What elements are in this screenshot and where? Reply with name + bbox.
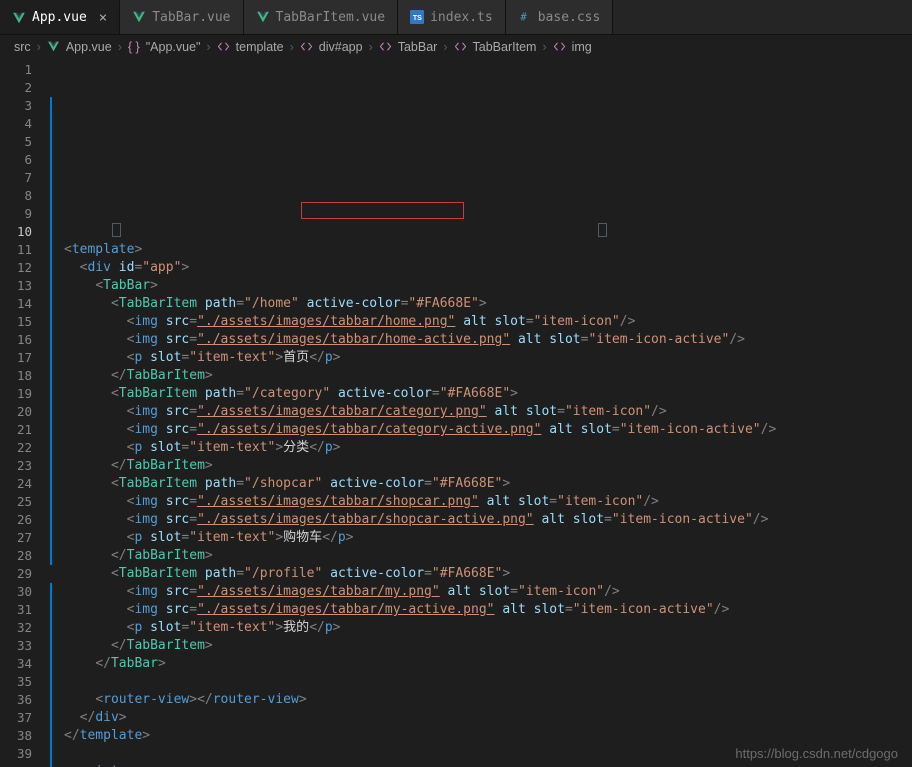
vue-icon [47, 40, 60, 53]
chevron-right-icon: › [206, 40, 210, 54]
code-line[interactable]: <TabBarItem path="/profile" active-color… [64, 565, 912, 583]
code-line[interactable]: <p slot="item-text">分类</p> [64, 439, 912, 457]
code-line[interactable]: <p slot="item-text">首页</p> [64, 349, 912, 367]
annotation-box [301, 202, 464, 219]
vue-icon [256, 10, 270, 24]
code-line[interactable]: </TabBar> [64, 655, 912, 673]
breadcrumb-item[interactable]: img [572, 40, 592, 54]
chevron-right-icon: › [118, 40, 122, 54]
line-number-gutter: 1234567891011121314151617181920212223242… [0, 59, 50, 767]
code-line[interactable]: </TabBarItem> [64, 547, 912, 565]
braces-icon: { } [128, 40, 140, 54]
code-line[interactable]: <TabBarItem path="/shopcar" active-color… [64, 475, 912, 493]
tab-label: TabBarItem.vue [276, 10, 386, 25]
code-line[interactable]: <img src="./assets/images/tabbar/categor… [64, 421, 912, 439]
code-editor[interactable]: 1234567891011121314151617181920212223242… [0, 59, 912, 767]
vue-icon [132, 10, 146, 24]
breadcrumb[interactable]: src › App.vue › { } "App.vue" › template… [0, 35, 912, 59]
code-line[interactable]: <TabBarItem path="/home" active-color="#… [64, 295, 912, 313]
breadcrumb-item[interactable]: "App.vue" [146, 40, 201, 54]
chevron-right-icon: › [37, 40, 41, 54]
code-line[interactable]: <img src="./assets/images/tabbar/my.png"… [64, 583, 912, 601]
code-line[interactable]: </div> [64, 709, 912, 727]
code-line[interactable] [64, 745, 912, 763]
code-line[interactable]: <script> [64, 763, 912, 767]
code-line[interactable]: <img src="./assets/images/tabbar/shopcar… [64, 493, 912, 511]
code-line[interactable]: <p slot="item-text">我的</p> [64, 619, 912, 637]
tag-icon [454, 40, 467, 53]
code-area[interactable]: <template> <div id="app"> <TabBar> <TabB… [50, 59, 912, 767]
tab-index-ts[interactable]: TS index.ts [398, 0, 506, 34]
code-line[interactable]: <img src="./assets/images/tabbar/home.pn… [64, 313, 912, 331]
tab-label: App.vue [32, 10, 87, 25]
breadcrumb-item[interactable]: TabBar [398, 40, 438, 54]
code-line[interactable]: <router-view></router-view> [64, 691, 912, 709]
tab-label: base.css [538, 10, 601, 25]
tab-base-css[interactable]: # base.css [506, 0, 614, 34]
svg-text:TS: TS [413, 15, 422, 22]
breadcrumb-item[interactable]: App.vue [66, 40, 112, 54]
code-line[interactable]: <img src="./assets/images/tabbar/shopcar… [64, 511, 912, 529]
code-line[interactable]: </TabBarItem> [64, 457, 912, 475]
tag-icon [300, 40, 313, 53]
code-line[interactable]: <img src="./assets/images/tabbar/my-acti… [64, 601, 912, 619]
chevron-right-icon: › [290, 40, 294, 54]
tab-app-vue[interactable]: App.vue × [0, 0, 120, 34]
code-line[interactable]: </TabBarItem> [64, 637, 912, 655]
tag-icon [217, 40, 230, 53]
code-line[interactable]: <TabBarItem path="/category" active-colo… [64, 385, 912, 403]
breadcrumb-item[interactable]: div#app [319, 40, 363, 54]
ts-icon: TS [410, 10, 424, 24]
text-cursor [598, 223, 607, 237]
vue-icon [12, 11, 26, 25]
breadcrumb-item[interactable]: src [14, 40, 31, 54]
tag-icon [379, 40, 392, 53]
chevron-right-icon: › [369, 40, 373, 54]
code-line[interactable]: <template> [64, 241, 912, 259]
chevron-right-icon: › [542, 40, 546, 54]
text-cursor [112, 223, 121, 237]
svg-text:#: # [520, 12, 527, 24]
code-line[interactable]: <img src="./assets/images/tabbar/home-ac… [64, 331, 912, 349]
tab-tabbar-vue[interactable]: TabBar.vue [120, 0, 243, 34]
code-line[interactable]: <TabBar> [64, 277, 912, 295]
editor-tabs: App.vue × TabBar.vue TabBarItem.vue TS i… [0, 0, 912, 35]
code-line[interactable]: <img src="./assets/images/tabbar/categor… [64, 403, 912, 421]
code-line[interactable]: <p slot="item-text">购物车</p> [64, 529, 912, 547]
hash-icon: # [518, 10, 532, 24]
code-line[interactable]: </template> [64, 727, 912, 745]
code-line[interactable]: <div id="app"> [64, 259, 912, 277]
tab-tabbaritem-vue[interactable]: TabBarItem.vue [244, 0, 399, 34]
close-icon[interactable]: × [99, 10, 107, 26]
tag-icon [553, 40, 566, 53]
tab-label: index.ts [430, 10, 493, 25]
breadcrumb-item[interactable]: template [236, 40, 284, 54]
code-line[interactable] [64, 673, 912, 691]
tab-label: TabBar.vue [152, 10, 230, 25]
breadcrumb-item[interactable]: TabBarItem [473, 40, 537, 54]
code-line[interactable]: </TabBarItem> [64, 367, 912, 385]
chevron-right-icon: › [443, 40, 447, 54]
